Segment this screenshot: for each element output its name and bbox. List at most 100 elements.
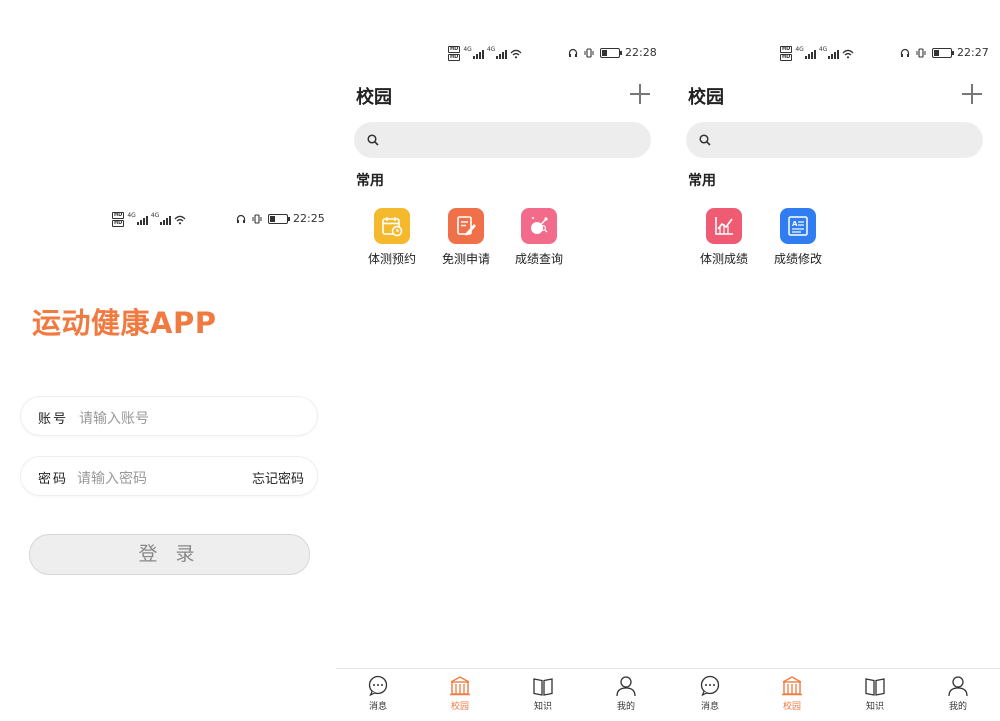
bottom-tab-bar: 消息 校园 知识 我的	[668, 668, 1000, 721]
section-title-common: 常用	[688, 173, 716, 189]
vibrate-icon	[916, 47, 926, 58]
tab-label: 校园	[450, 702, 469, 712]
wifi-icon	[174, 215, 186, 224]
signal-icons: HD HD 4G 4G	[448, 46, 522, 61]
forgot-password-link[interactable]: 忘记密码	[252, 468, 304, 487]
line-chart-icon	[706, 208, 742, 244]
add-plus-button[interactable]	[962, 84, 982, 104]
tab-messages[interactable]: 消息	[353, 675, 403, 712]
app-label: 成绩查询	[514, 252, 563, 266]
campus-building-icon	[450, 676, 470, 696]
tab-mine[interactable]: 我的	[601, 675, 651, 712]
vibrate-icon	[252, 213, 262, 224]
chat-bubble-icon	[368, 675, 388, 697]
headphone-icon	[900, 48, 910, 57]
page-title: 校园	[688, 87, 724, 108]
status-bar: HD HD 4G 4G 22:27	[668, 46, 1000, 66]
network-type-label: 4G	[463, 46, 472, 53]
tab-label: 我的	[948, 702, 967, 712]
tab-knowledge[interactable]: 知识	[850, 675, 900, 712]
signal-bars-icon-2	[160, 215, 172, 225]
signal-bars-icon-2	[828, 49, 840, 59]
score-search-icon	[521, 208, 557, 244]
wifi-icon	[510, 49, 522, 58]
campus-screen-a: HD HD 4G 4G 22:28 校园 常用 体测预约 免测申请 成绩查询 消…	[336, 0, 668, 721]
section-title-common: 常用	[356, 173, 384, 189]
signal-bars-icon-2	[496, 49, 508, 59]
app-label: 免测申请	[441, 252, 490, 266]
signal-icons: HD HD 4G 4G	[112, 212, 186, 227]
status-time: 22:28	[625, 46, 657, 59]
search-icon	[699, 134, 711, 146]
signal-bars-icon	[472, 49, 484, 59]
add-plus-button[interactable]	[630, 84, 650, 104]
app-score-modify[interactable]: A 成绩修改	[765, 208, 831, 267]
tab-campus[interactable]: 校园	[767, 675, 817, 712]
app-title: 运动健康APP	[32, 306, 217, 340]
tab-campus[interactable]: 校园	[435, 675, 485, 712]
network-type-label: 4G	[127, 212, 136, 219]
network-type-label-2: 4G	[150, 212, 160, 219]
chat-bubble-icon	[700, 675, 720, 697]
signal-bars-icon	[804, 49, 816, 59]
signal-icons: HD HD 4G 4G	[780, 46, 854, 61]
user-profile-icon	[616, 676, 636, 697]
vibrate-icon	[584, 47, 594, 58]
battery-icon	[600, 47, 622, 58]
search-input[interactable]	[686, 122, 983, 158]
network-type-label-2: 4G	[486, 46, 496, 53]
campus-screen-b: HD HD 4G 4G 22:27 校园 常用 体测成绩 A 成绩修改 消息 校…	[668, 0, 1000, 721]
app-exemption-request[interactable]: 免测申请	[433, 208, 499, 267]
app-label: 体测预约	[367, 252, 416, 266]
status-right: 22:27	[900, 46, 989, 59]
edit-document-icon	[448, 208, 484, 244]
wifi-icon	[842, 49, 854, 58]
app-score-query[interactable]: 成绩查询	[506, 208, 572, 267]
open-book-icon	[533, 678, 553, 696]
app-fitness-test-scores[interactable]: 体测成绩	[691, 208, 757, 267]
tab-mine[interactable]: 我的	[933, 675, 983, 712]
status-bar: HD HD 4G 4G 22:28	[336, 46, 668, 66]
status-right: 22:28	[568, 46, 657, 59]
password-label: 密码	[38, 472, 69, 487]
password-field[interactable]: 密码 请输入密码 忘记密码	[20, 456, 318, 496]
status-bar: HD HD 4G 4G 22:25	[0, 212, 336, 232]
battery-icon	[268, 213, 290, 224]
search-input[interactable]	[354, 122, 651, 158]
status-right: 22:25	[236, 212, 325, 225]
open-book-icon	[865, 678, 885, 696]
account-input[interactable]: 请输入账号	[79, 408, 149, 428]
bottom-tab-bar: 消息 校园 知识 我的	[336, 668, 668, 721]
network-type-label-2: 4G	[818, 46, 828, 53]
password-input[interactable]: 请输入密码	[77, 468, 147, 488]
status-time: 22:25	[293, 212, 325, 225]
account-field[interactable]: 账号 请输入账号	[20, 396, 318, 436]
tab-label: 消息	[700, 702, 719, 712]
tab-label: 我的	[616, 702, 635, 712]
login-screen: HD HD 4G 4G 22:25 运动健康APP 账号 请输入账号 密码 请输入…	[0, 0, 336, 720]
battery-icon	[932, 47, 954, 58]
account-label: 账号	[38, 412, 69, 427]
status-time: 22:27	[957, 46, 989, 59]
network-type-label: 4G	[795, 46, 804, 53]
user-profile-icon	[948, 676, 968, 697]
text-document-icon: A	[780, 208, 816, 244]
headphone-icon	[568, 48, 578, 57]
calendar-clock-icon	[374, 208, 410, 244]
tab-label: 校园	[782, 702, 801, 712]
tab-label: 消息	[368, 702, 387, 712]
app-fitness-test-booking[interactable]: 体测预约	[359, 208, 425, 267]
signal-bars-icon	[136, 215, 148, 225]
login-button[interactable]: 登 录	[29, 534, 310, 575]
svg-text:A: A	[792, 220, 798, 228]
tab-messages[interactable]: 消息	[685, 675, 735, 712]
tab-label: 知识	[865, 702, 884, 712]
tab-label: 知识	[533, 702, 552, 712]
tab-knowledge[interactable]: 知识	[518, 675, 568, 712]
page-title: 校园	[356, 87, 392, 108]
search-icon	[367, 134, 379, 146]
app-label: 体测成绩	[699, 252, 748, 266]
campus-building-icon	[782, 676, 802, 696]
headphone-icon	[236, 214, 246, 223]
app-label: 成绩修改	[773, 252, 822, 266]
